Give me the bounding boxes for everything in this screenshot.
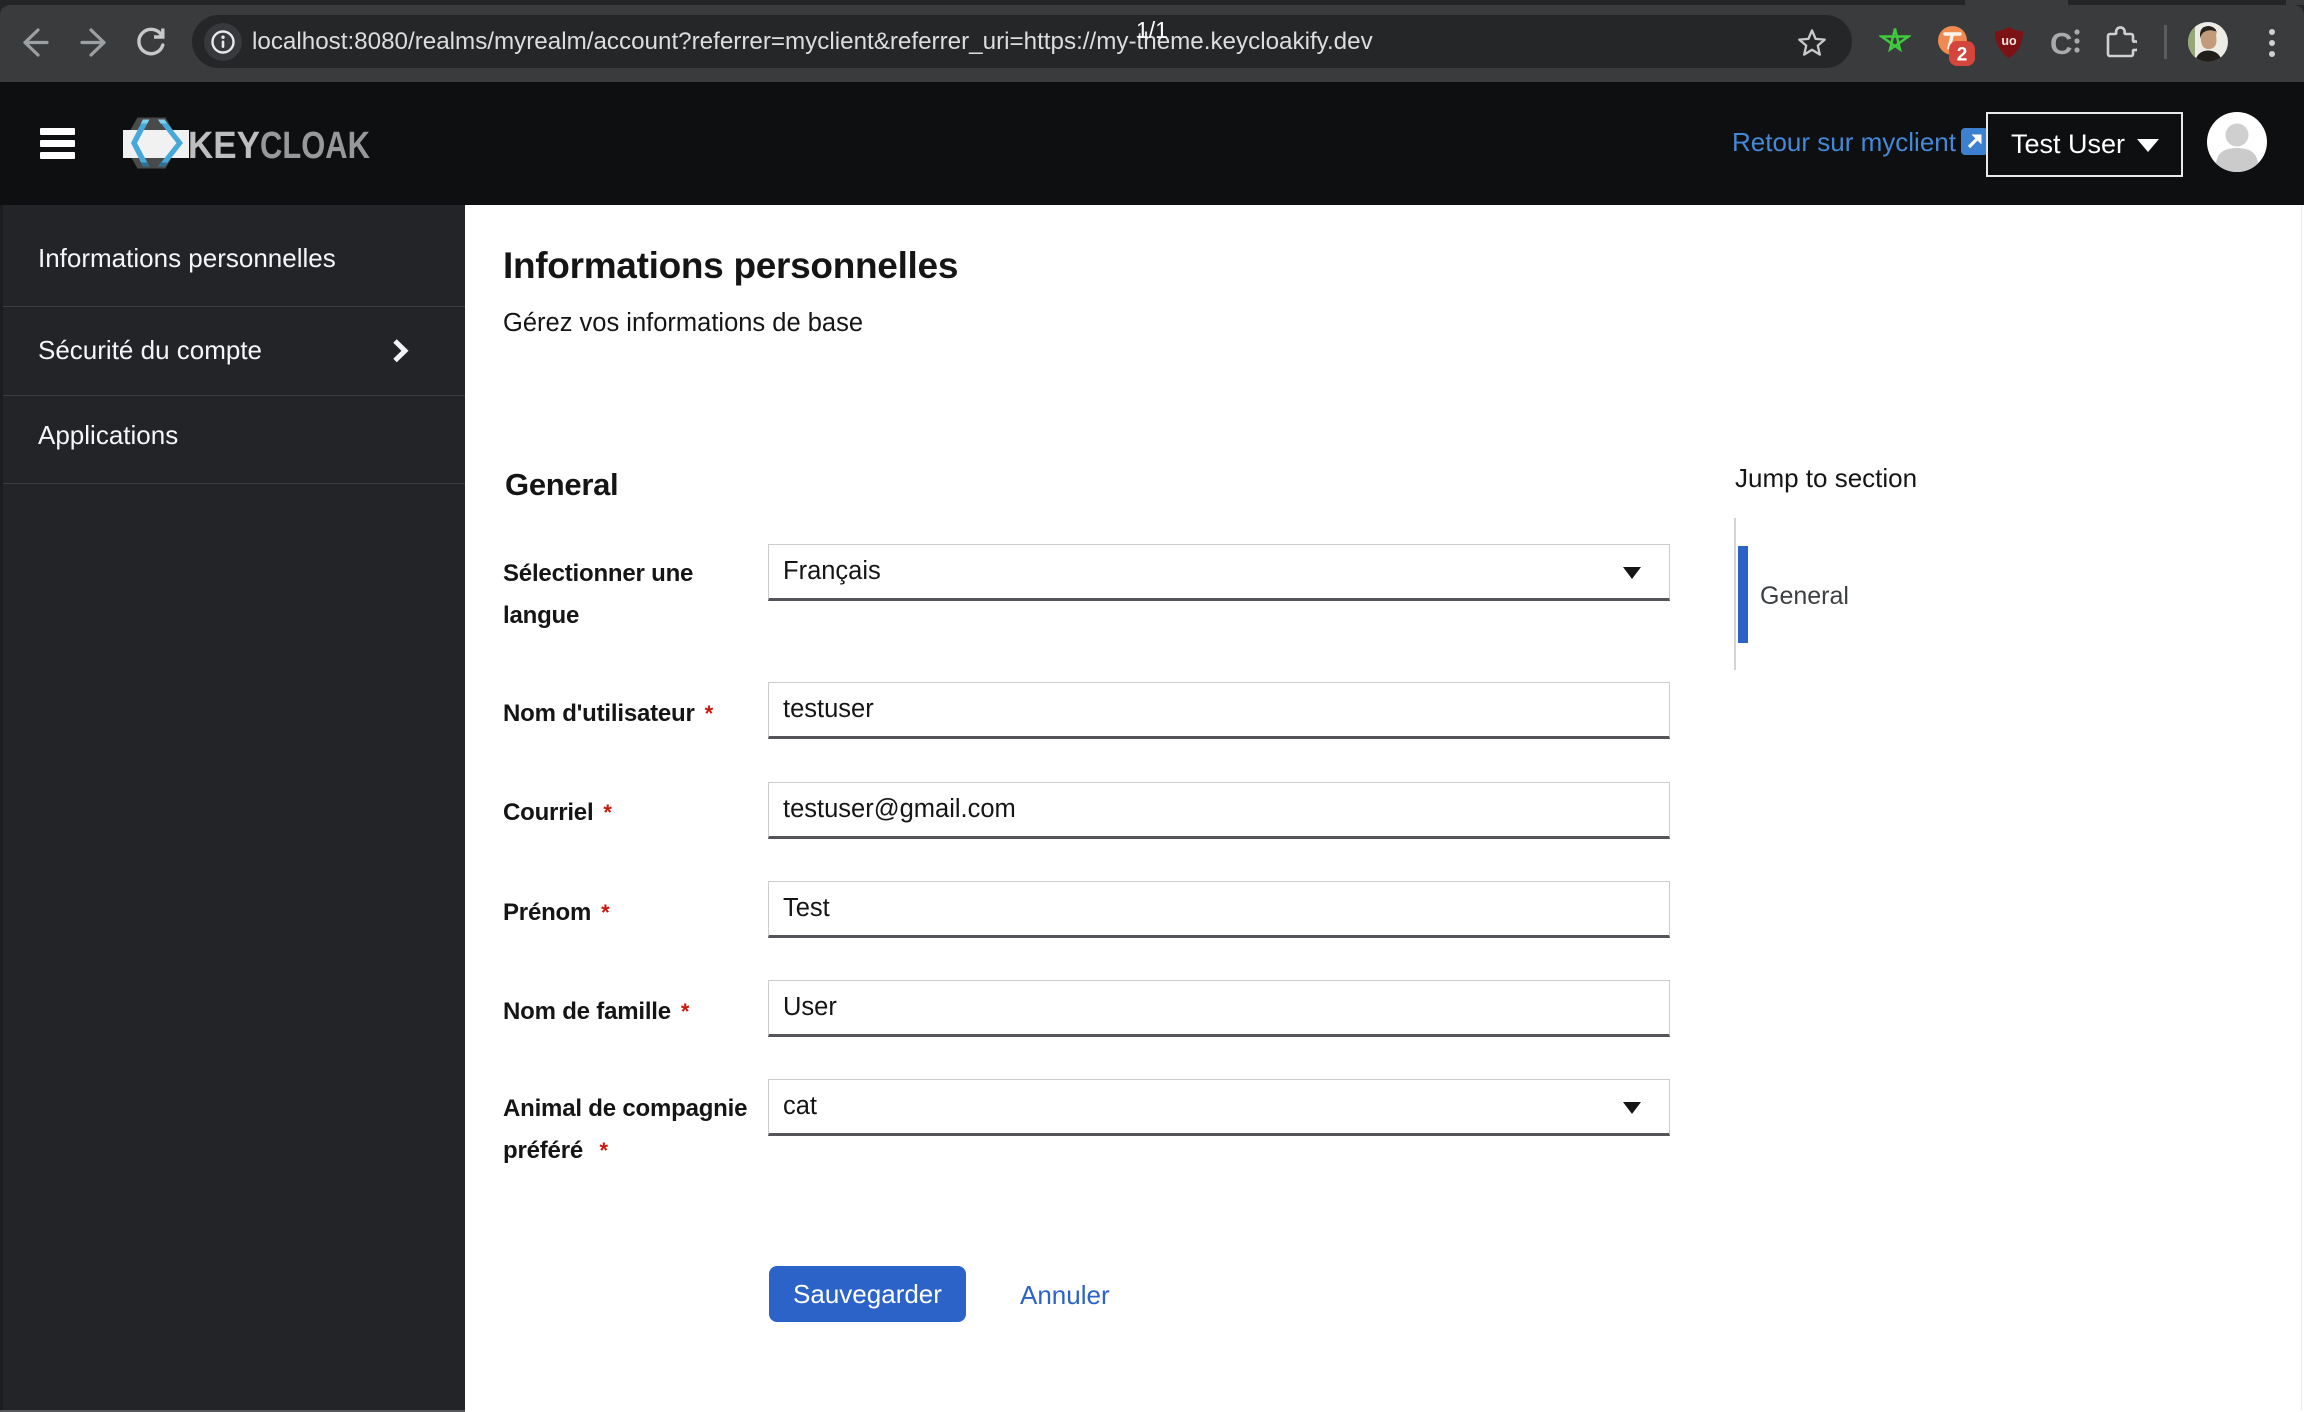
svg-text:uo: uo xyxy=(2001,34,2017,48)
svg-text:C: C xyxy=(2050,27,2072,57)
svg-text:CLOAK: CLOAK xyxy=(260,125,370,167)
svg-text:2: 2 xyxy=(1957,45,1968,66)
svg-text:KEY: KEY xyxy=(188,125,260,167)
